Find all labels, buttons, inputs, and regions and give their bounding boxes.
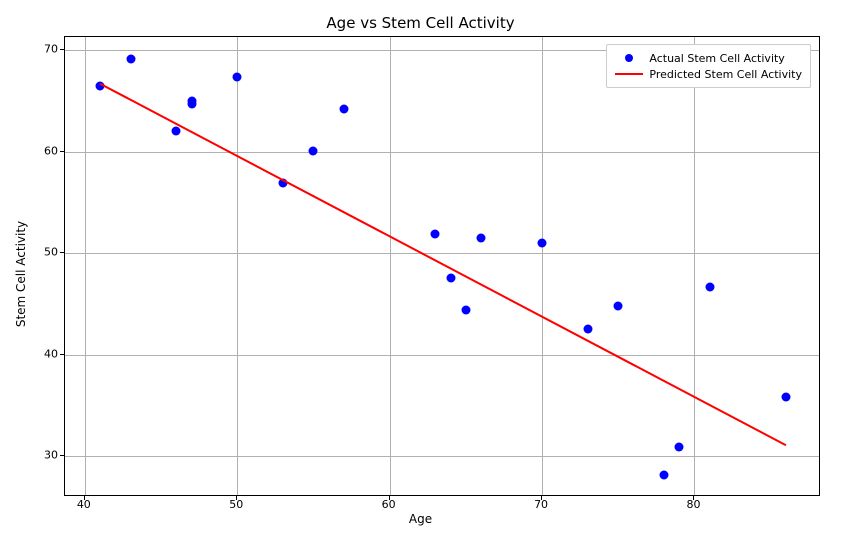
data-point <box>339 105 348 114</box>
legend-label: Actual Stem Cell Activity <box>649 52 784 65</box>
data-point <box>781 393 790 402</box>
y-tick <box>60 455 64 456</box>
legend-entry-actual: Actual Stem Cell Activity <box>615 50 802 66</box>
data-point <box>446 273 455 282</box>
data-point <box>309 146 318 155</box>
x-tick-label: 40 <box>77 498 91 511</box>
data-point <box>675 443 684 452</box>
data-point <box>477 234 486 243</box>
data-point <box>538 239 547 248</box>
y-tick-label: 50 <box>44 246 58 259</box>
y-tick-label: 40 <box>44 347 58 360</box>
y-tick <box>60 151 64 152</box>
figure: Age vs Stem Cell Activity Stem Cell Acti… <box>0 0 841 547</box>
y-axis-label: Stem Cell Activity <box>14 0 28 547</box>
fit-line <box>65 37 821 497</box>
legend: Actual Stem Cell Activity Predicted Stem… <box>606 44 811 88</box>
x-tick-label: 60 <box>382 498 396 511</box>
data-point <box>461 306 470 315</box>
y-tick <box>60 354 64 355</box>
data-point <box>431 229 440 238</box>
x-axis-label: Age <box>0 512 841 526</box>
gridline-v <box>390 37 391 495</box>
data-point <box>233 72 242 81</box>
gridline-v <box>237 37 238 495</box>
gridline-v <box>85 37 86 495</box>
x-tick-label: 50 <box>229 498 243 511</box>
data-point <box>614 302 623 311</box>
y-tick-label: 60 <box>44 144 58 157</box>
x-tick-label: 70 <box>534 498 548 511</box>
data-point <box>187 100 196 109</box>
data-point <box>583 325 592 334</box>
gridline-h <box>65 355 819 356</box>
chart-title: Age vs Stem Cell Activity <box>0 14 841 32</box>
data-point <box>96 81 105 90</box>
y-tick <box>60 252 64 253</box>
data-point <box>126 55 135 64</box>
gridline-h <box>65 253 819 254</box>
legend-label: Predicted Stem Cell Activity <box>649 68 802 81</box>
data-point <box>705 282 714 291</box>
legend-entry-predicted: Predicted Stem Cell Activity <box>615 66 802 82</box>
gridline-v <box>694 37 695 495</box>
gridline-v <box>542 37 543 495</box>
legend-marker-dot-icon <box>615 53 643 63</box>
y-tick-label: 30 <box>44 449 58 462</box>
legend-marker-line-icon <box>615 69 643 79</box>
data-point <box>172 127 181 136</box>
gridline-h <box>65 152 819 153</box>
y-tick-label: 70 <box>44 43 58 56</box>
gridline-h <box>65 456 819 457</box>
data-point <box>660 470 669 479</box>
x-tick-label: 80 <box>686 498 700 511</box>
data-point <box>278 179 287 188</box>
plot-area: Actual Stem Cell Activity Predicted Stem… <box>64 36 820 496</box>
y-tick <box>60 49 64 50</box>
